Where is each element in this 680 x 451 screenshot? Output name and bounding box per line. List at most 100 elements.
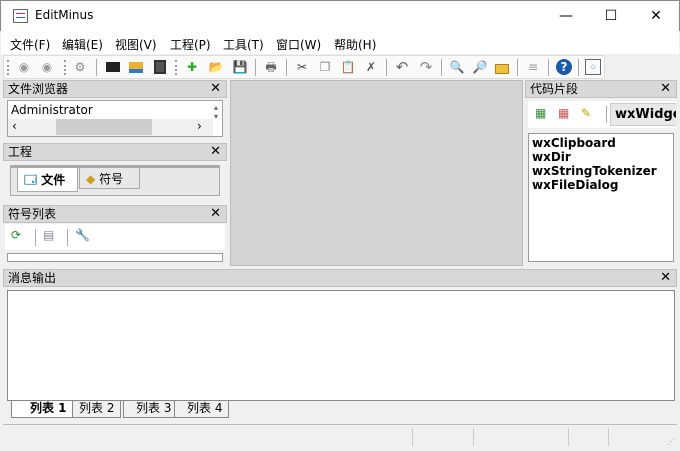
scroll-right-icon[interactable]: › (197, 119, 202, 133)
open-folder-icon[interactable] (128, 59, 144, 75)
close-button[interactable]: ✕ (633, 5, 679, 27)
directory-path: Administrator (11, 103, 93, 117)
close-panel-icon[interactable]: ✕ (660, 270, 671, 286)
save-icon[interactable]: 💾 (232, 59, 248, 75)
fullscreen-icon[interactable]: ⁘ (585, 59, 601, 75)
help-icon[interactable]: ? (556, 59, 572, 75)
undo-icon[interactable]: ↶ (394, 59, 410, 75)
save-all-icon[interactable] (152, 59, 168, 75)
tab-symbols[interactable]: ◆ 符号 (79, 168, 140, 189)
panel-title: 代码片段 (530, 82, 579, 96)
symbol-combo[interactable] (7, 253, 223, 262)
redo-icon[interactable]: ↷ (418, 59, 434, 75)
word-wrap-icon[interactable]: ≡ (525, 59, 541, 75)
separator (35, 229, 36, 246)
paste-icon[interactable]: 📋 (340, 59, 356, 75)
new-file-icon[interactable]: ✚ (184, 59, 200, 75)
resize-grip-icon[interactable]: ⋰ (667, 437, 675, 446)
panel-header: 代码片段 ✕ (525, 80, 677, 98)
file-view-icon: 🗔 (24, 173, 38, 187)
add-snippet-icon[interactable]: ▦ (535, 106, 546, 120)
menu-project[interactable]: 工程(P) (170, 36, 211, 53)
list-item[interactable]: wxDir (532, 150, 670, 164)
output-text[interactable] (7, 290, 675, 401)
toolbar-grip[interactable] (7, 60, 9, 75)
tab-list-1[interactable]: 列表 1 (11, 401, 74, 418)
remove-snippet-icon[interactable]: ▦ (558, 106, 569, 120)
output-tabs: 列表 1 列表 2 列表 3 列表 4 (7, 401, 675, 419)
horizontal-scrollbar[interactable]: ‹ › (8, 119, 213, 136)
tab-list-4[interactable]: 列表 4 (174, 401, 230, 418)
separator (286, 59, 287, 76)
separator (578, 59, 579, 76)
spin-icon[interactable]: ▴ ▾ (214, 103, 218, 121)
status-divider (568, 428, 569, 446)
directory-combo[interactable]: Administrator ▴ ▾ ‹ › (7, 100, 223, 137)
menu-file[interactable]: 文件(F) (10, 36, 50, 53)
snippet-category-select[interactable]: wxWidgets (610, 103, 676, 126)
tab-files[interactable]: 🗔 文件 (17, 168, 78, 192)
menu-help[interactable]: 帮助(H) (334, 36, 376, 53)
minimize-button[interactable]: — (543, 5, 589, 27)
copy-icon[interactable]: ❐ (317, 59, 333, 75)
wrench-icon[interactable]: 🔧 (75, 228, 90, 242)
snippet-list: wxClipboard wxDir wxStringTokenizer wxFi… (528, 133, 674, 262)
scrollbar-thumb[interactable] (56, 119, 152, 135)
status-divider (412, 428, 413, 446)
list-item[interactable]: wxStringTokenizer (532, 164, 670, 178)
separator (67, 229, 68, 246)
file-browser-panel: 文件浏览器 ✕ Administrator ▴ ▾ ‹ › (3, 80, 227, 139)
window-icon[interactable]: ▤ (43, 228, 54, 242)
menu-view[interactable]: 视图(V) (115, 36, 157, 53)
panel-header: 消息输出 ✕ (3, 269, 677, 287)
toolbar-grip[interactable] (64, 60, 66, 75)
list-item[interactable]: wxFileDialog (532, 178, 670, 192)
settings-gear-icon[interactable]: ⚙ (72, 59, 88, 75)
tab-list-2[interactable]: 列表 2 (72, 401, 122, 418)
list-item[interactable]: wxClipboard (532, 136, 670, 150)
project-tabs: 🗔 文件 ◆ 符号 (10, 165, 220, 196)
cut-icon[interactable]: ✂ (294, 59, 310, 75)
find-in-files-icon[interactable] (494, 59, 510, 75)
edit-snippet-icon[interactable]: ✎ (581, 106, 591, 120)
replace-icon[interactable]: 🔎 (472, 59, 488, 75)
symbol-view-icon: ◆ (86, 172, 96, 186)
back-icon[interactable]: ◉ (16, 59, 32, 75)
status-bar: ⋰ (3, 424, 677, 447)
panel-title: 消息输出 (8, 271, 57, 285)
tab-label: 符号 (99, 172, 124, 186)
separator (96, 59, 97, 76)
menu-edit[interactable]: 编辑(E) (62, 36, 103, 53)
window-title: EditMinus (35, 8, 94, 22)
find-icon[interactable]: 🔍 (449, 59, 465, 75)
snippet-toolbar: ▦ ▦ ✎ wxWidgets (528, 101, 676, 128)
project-panel: 工程 ✕ 🗔 文件 ◆ 符号 (3, 143, 227, 201)
open-file-icon[interactable]: 📂 (208, 59, 224, 75)
toolbar-grip[interactable] (175, 60, 177, 75)
panel-title: 文件浏览器 (8, 82, 69, 96)
close-panel-icon[interactable]: ✕ (210, 144, 221, 160)
delete-icon[interactable]: ✗ (363, 59, 379, 75)
snippets-panel: 代码片段 ✕ ▦ ▦ ✎ wxWidgets wxClipboard wxDir … (525, 80, 677, 265)
separator (606, 106, 607, 123)
tab-label: 文件 (41, 173, 66, 187)
symbol-toolbar: ⟳ ▤ 🔧 (5, 224, 225, 250)
app-icon (13, 9, 28, 23)
forward-icon[interactable]: ◉ (39, 59, 55, 75)
toolbar: ◉ ◉ ⚙ ✚ 📂 💾 🖶 ✂ ❐ 📋 ✗ ↶ ↷ 🔍 🔎 ≡ ? ⁘ (3, 55, 605, 79)
panel-header: 工程 ✕ (3, 143, 227, 161)
editor-area[interactable] (230, 80, 523, 266)
panel-header: 文件浏览器 ✕ (3, 80, 227, 98)
print-icon[interactable]: 🖶 (263, 59, 279, 75)
menu-window[interactable]: 窗口(W) (276, 36, 321, 53)
close-panel-icon[interactable]: ✕ (210, 81, 221, 97)
menu-tools[interactable]: 工具(T) (223, 36, 264, 53)
close-panel-icon[interactable]: ✕ (210, 206, 221, 222)
maximize-button[interactable]: ☐ (588, 5, 634, 27)
console-icon[interactable] (105, 59, 121, 75)
panel-title: 工程 (8, 145, 33, 159)
scroll-left-icon[interactable]: ‹ (12, 119, 17, 133)
tab-list-3[interactable]: 列表 3 (123, 401, 179, 418)
close-panel-icon[interactable]: ✕ (660, 81, 671, 97)
refresh-icon[interactable]: ⟳ (11, 228, 21, 242)
